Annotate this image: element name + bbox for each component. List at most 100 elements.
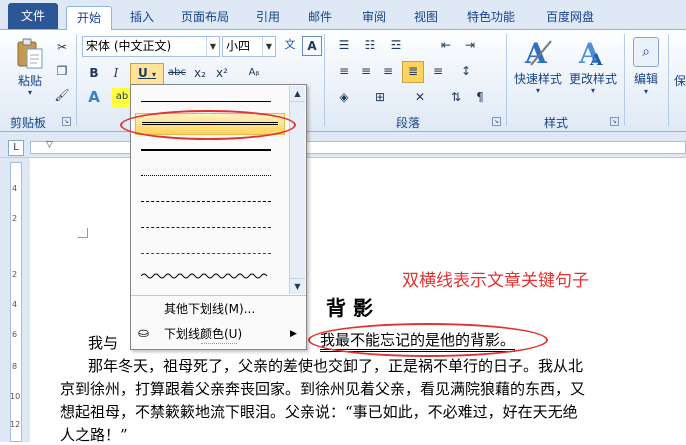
distributed-icon: ≡ — [432, 64, 444, 78]
quick-styles-icon: A — [524, 37, 552, 70]
italic-button[interactable]: I — [106, 64, 126, 84]
paint-bucket-icon: ⛀ — [138, 326, 149, 341]
tab-mailings[interactable]: 邮件 — [298, 6, 342, 30]
clear-format-button[interactable]: Aᵦ — [244, 64, 264, 84]
menu-divider — [131, 295, 306, 296]
document-title[interactable]: 背 影 — [326, 292, 373, 321]
styles-launcher-icon[interactable]: ↘ — [610, 117, 619, 126]
indent-marker-icon[interactable]: ▽ — [46, 140, 53, 150]
tab-baidu-netdisk[interactable]: 百度网盘 — [534, 6, 606, 30]
resize-grip-icon[interactable] — [201, 343, 237, 347]
group-divider — [506, 34, 507, 126]
underline-dash-dot-dot[interactable] — [141, 245, 271, 263]
tab-references[interactable]: 引用 — [246, 6, 290, 30]
tab-view[interactable]: 视图 — [404, 6, 448, 30]
chevron-down-icon[interactable]: ▼ — [206, 37, 219, 56]
paste-button[interactable]: 粘贴 ▾ — [10, 34, 50, 106]
bullet-list-icon: ☰ — [338, 38, 350, 52]
chevron-down-icon: ▾ — [643, 87, 648, 96]
align-left-button[interactable]: ≡ — [334, 62, 354, 82]
ruler-mark: 2 — [12, 270, 18, 279]
group-divider — [76, 34, 77, 126]
underline-dash-dot[interactable] — [141, 219, 271, 237]
change-styles-button[interactable]: A A 更改样式 ▾ — [566, 34, 620, 106]
tab-file[interactable]: 文件 — [8, 3, 58, 29]
wave-line-icon — [140, 273, 268, 279]
font-size-combo[interactable]: 小四 ▼ — [222, 36, 276, 57]
key-sentence-highlight-ellipse — [308, 323, 548, 357]
dropdown-scrollbar[interactable]: ▲ ▼ — [289, 86, 305, 294]
shading-button[interactable]: ◈ — [334, 88, 354, 108]
tab-selector-icon[interactable]: L — [8, 140, 24, 156]
show-marks-button[interactable]: ¶ — [470, 88, 490, 108]
align-center-button[interactable]: ≡ — [356, 62, 376, 82]
chinese-layout-button[interactable]: ✕ — [410, 88, 430, 108]
borders-button[interactable]: ⊞ — [370, 88, 390, 108]
decrease-indent-button[interactable]: ⇤ — [436, 36, 456, 56]
align-right-button[interactable]: ≡ — [378, 62, 398, 82]
italic-icon: I — [113, 66, 119, 80]
line-spacing-button[interactable]: ↕ — [456, 62, 476, 82]
sort-button[interactable]: ⇅ — [446, 88, 466, 108]
paint-bucket-icon: ◈ — [339, 90, 349, 104]
phonetic-guide-button[interactable]: 文 — [280, 36, 300, 56]
highlight-button[interactable]: ab — [112, 88, 132, 108]
multilevel-list-button[interactable]: ☲ — [386, 36, 406, 56]
tab-review[interactable]: 审阅 — [352, 6, 396, 30]
distributed-button[interactable]: ≡ — [428, 62, 448, 82]
numbering-button[interactable]: ☷ — [360, 36, 380, 56]
tab-page-layout[interactable]: 页面布局 — [172, 6, 238, 30]
quick-styles-button[interactable]: A 快速样式 ▾ — [512, 34, 564, 106]
copy-button[interactable]: ❐ — [52, 62, 72, 82]
subscript-icon: x₂ — [194, 66, 206, 80]
multilevel-list-icon: ☲ — [390, 38, 402, 52]
styles-group-label: 样式 — [544, 116, 569, 130]
superscript-button[interactable]: x² — [212, 64, 232, 84]
clipboard-launcher-icon[interactable]: ↘ — [62, 117, 71, 126]
chevron-down-icon[interactable]: ▼ — [262, 37, 275, 56]
more-underlines-item[interactable]: 其他下划线(M)... — [132, 297, 306, 321]
more-underlines-label: 其他下划线(M)... — [164, 302, 256, 316]
tab-special-features[interactable]: 特色功能 — [458, 6, 524, 30]
scissors-icon: ✂ — [56, 40, 68, 54]
bold-button[interactable]: B — [84, 64, 104, 84]
underline-icon: U — [138, 66, 148, 80]
justify-button[interactable]: ≣ — [402, 61, 424, 83]
underline-single[interactable] — [141, 93, 271, 111]
underline-button[interactable]: U ▾ — [130, 63, 164, 85]
bullets-button[interactable]: ☰ — [334, 36, 354, 56]
quick-styles-label: 快速样式 — [513, 72, 562, 86]
scroll-up-icon[interactable]: ▲ — [290, 86, 305, 102]
chevron-down-icon: ▾ — [27, 88, 32, 97]
underline-dashed[interactable] — [141, 193, 271, 211]
border-icon: ⊞ — [374, 90, 386, 104]
align-center-icon: ≡ — [360, 64, 372, 78]
text-effects-button[interactable]: A — [84, 88, 104, 108]
underline-dotted[interactable] — [141, 167, 271, 185]
font-name-combo[interactable]: 宋体 (中文正文) ▼ — [82, 36, 220, 57]
horizontal-ruler[interactable] — [30, 141, 686, 154]
tab-insert[interactable]: 插入 — [120, 6, 164, 30]
chevron-down-icon: ▾ — [535, 86, 540, 95]
crop-mark — [78, 228, 88, 238]
editing-button[interactable]: ⌕ 编辑 ▾ — [628, 34, 664, 106]
strikethrough-button[interactable]: abc — [166, 64, 188, 84]
ruler-mark: 8 — [12, 362, 18, 371]
increase-indent-button[interactable]: ⇥ — [460, 36, 480, 56]
sort-icon: ⇅ — [450, 90, 462, 104]
underline-wave[interactable] — [140, 269, 271, 287]
tab-home[interactable]: 开始 — [66, 6, 112, 31]
doc-line-1-start[interactable]: 我与 — [88, 332, 118, 353]
char-border-button[interactable]: A — [302, 36, 322, 56]
doc-paragraph-line[interactable]: 那年冬天，祖母死了，父亲的差使也交卸了，正是祸不单行的日子。我从北 — [88, 355, 583, 376]
format-painter-button[interactable]: 🖌 — [52, 86, 72, 106]
cut-button[interactable]: ✂ — [52, 38, 72, 58]
align-right-icon: ≡ — [382, 64, 394, 78]
paragraph-launcher-icon[interactable]: ↘ — [492, 117, 501, 126]
doc-paragraph-line[interactable]: 想起祖母，不禁簌簌地流下眼泪。父亲说：“事已如此，不必难过，好在天无绝 — [60, 401, 578, 422]
line-spacing-icon: ↕ — [460, 64, 472, 78]
scroll-down-icon[interactable]: ▼ — [290, 278, 305, 294]
subscript-button[interactable]: x₂ — [190, 64, 210, 84]
doc-paragraph-line[interactable]: 京到徐州，打算跟着父亲奔丧回家。到徐州见着父亲，看见满院狼藉的东西，又 — [60, 378, 585, 399]
underline-thick[interactable] — [141, 141, 271, 159]
